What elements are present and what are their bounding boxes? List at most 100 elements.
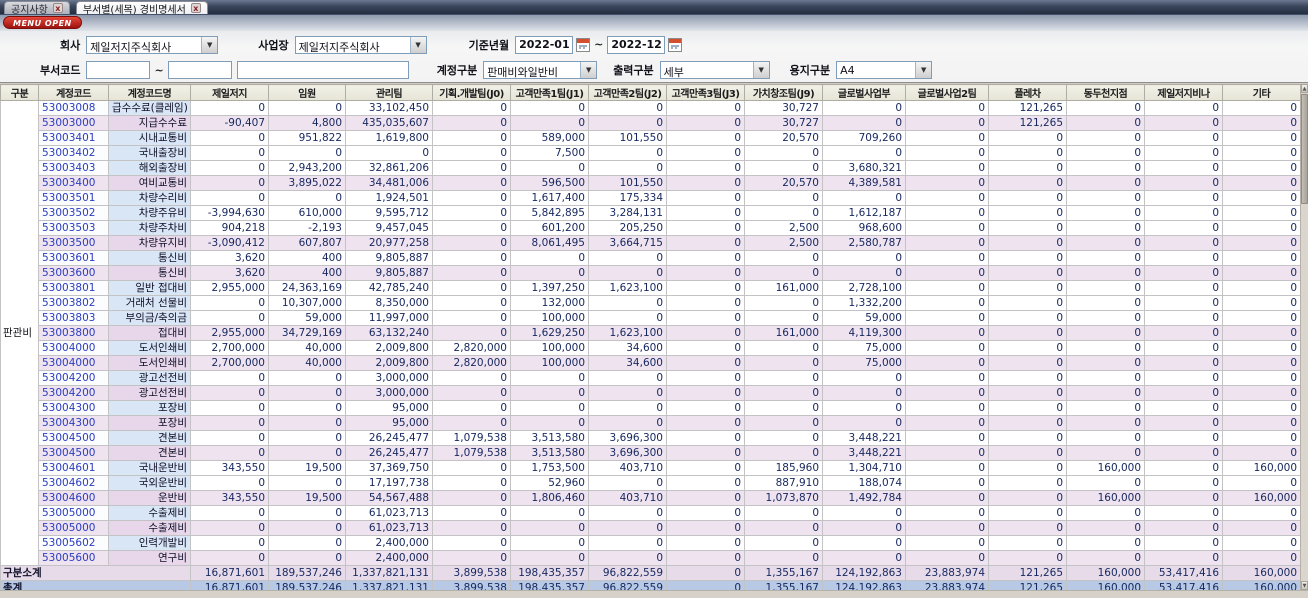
amount-cell[interactable]: 0 — [432, 205, 511, 221]
amount-cell[interactable]: 589,000 — [510, 130, 589, 146]
amount-cell[interactable]: 0 — [666, 325, 745, 341]
amount-cell[interactable]: 0 — [1066, 175, 1145, 191]
amount-cell[interactable]: 42,785,240 — [345, 280, 433, 296]
amount-cell[interactable]: 0 — [822, 100, 906, 116]
account-name-cell[interactable]: 광고선전비 — [108, 385, 191, 401]
amount-cell[interactable]: 3,284,131 — [588, 205, 667, 221]
amount-cell[interactable]: 0 — [988, 145, 1067, 161]
amount-cell[interactable]: 1,806,460 — [510, 490, 589, 506]
amount-cell[interactable]: 435,035,607 — [345, 115, 433, 131]
amount-cell[interactable]: 0 — [588, 520, 667, 536]
amount-cell[interactable]: -3,994,630 — [190, 205, 269, 221]
amount-cell[interactable]: 1,492,784 — [822, 490, 906, 506]
amount-cell[interactable]: 0 — [905, 310, 989, 326]
amount-cell[interactable]: 0 — [988, 430, 1067, 446]
amount-cell[interactable]: 0 — [588, 535, 667, 551]
amount-cell[interactable]: 0 — [1144, 250, 1223, 266]
amount-cell[interactable]: 0 — [1144, 445, 1223, 461]
amount-cell[interactable]: 0 — [905, 265, 989, 281]
account-code-cell[interactable]: 53003802 — [38, 295, 109, 311]
amount-cell[interactable]: 0 — [822, 115, 906, 131]
amount-cell[interactable]: 0 — [510, 160, 589, 176]
amount-cell[interactable]: 0 — [905, 190, 989, 206]
amount-cell[interactable]: 0 — [190, 535, 269, 551]
table-row[interactable]: 53004500 견본비 0 0 26,245,477 1,079,538 3,513,58… — [1, 430, 1301, 446]
amount-cell[interactable]: 0 — [744, 160, 823, 176]
scrollbar-track[interactable] — [1301, 204, 1308, 581]
amount-cell[interactable]: 0 — [1222, 475, 1301, 491]
amount-cell[interactable]: 0 — [432, 505, 511, 521]
amount-cell[interactable]: 4,389,581 — [822, 175, 906, 191]
amount-cell[interactable]: 95,000 — [345, 415, 433, 431]
account-name-cell[interactable]: 지급수수료 — [108, 115, 191, 131]
amount-cell[interactable]: 968,600 — [822, 220, 906, 236]
amount-cell[interactable]: 5,842,895 — [510, 205, 589, 221]
vertical-scrollbar[interactable]: ▲ ▼ — [1300, 84, 1308, 590]
amount-cell[interactable]: 0 — [510, 400, 589, 416]
amount-cell[interactable]: 3,664,715 — [588, 235, 667, 251]
amount-cell[interactable]: 0 — [588, 265, 667, 281]
amount-cell[interactable]: 0 — [432, 535, 511, 551]
account-code-cell[interactable]: 53003501 — [38, 190, 109, 206]
amount-cell[interactable]: 34,729,169 — [268, 325, 346, 341]
account-name-cell[interactable]: 견본비 — [108, 445, 191, 461]
amount-cell[interactable]: 0 — [988, 130, 1067, 146]
amount-cell[interactable]: 0 — [905, 325, 989, 341]
amount-cell[interactable]: 0 — [588, 475, 667, 491]
amount-cell[interactable]: 2,400,000 — [345, 550, 433, 566]
amount-cell[interactable]: 30,727 — [744, 100, 823, 116]
amount-cell[interactable]: 0 — [744, 355, 823, 371]
amount-cell[interactable]: 0 — [432, 100, 511, 116]
amount-cell[interactable]: 205,250 — [588, 220, 667, 236]
account-code-cell[interactable]: 53004000 — [38, 340, 109, 356]
amount-cell[interactable]: 0 — [190, 430, 269, 446]
column-header[interactable]: 제일저지비나 — [1144, 84, 1223, 101]
amount-cell[interactable]: 0 — [588, 370, 667, 386]
amount-cell[interactable]: 0 — [190, 190, 269, 206]
amount-cell[interactable]: 0 — [268, 100, 346, 116]
amount-cell[interactable]: 8,061,495 — [510, 235, 589, 251]
column-header[interactable]: 플레차 — [988, 84, 1067, 101]
subtotal-row[interactable]: 구분소계 16,871,601 189,537,246 1,337,821,131 3,… — [0, 565, 1301, 581]
amount-cell[interactable]: 0 — [588, 400, 667, 416]
account-code-cell[interactable]: 53003401 — [38, 130, 109, 146]
amount-cell[interactable]: 0 — [432, 310, 511, 326]
amount-cell[interactable]: 0 — [1222, 175, 1301, 191]
amount-cell[interactable]: 26,245,477 — [345, 445, 433, 461]
amount-cell[interactable]: 0 — [905, 430, 989, 446]
amount-cell[interactable]: 3,000,000 — [345, 385, 433, 401]
amount-cell[interactable]: 1,332,200 — [822, 295, 906, 311]
amount-cell[interactable]: 16,871,601 — [190, 565, 269, 581]
column-header[interactable]: 구분 — [0, 84, 39, 101]
amount-cell[interactable]: 0 — [905, 445, 989, 461]
amount-cell[interactable]: 124,192,863 — [822, 565, 906, 581]
amount-cell[interactable]: 132,000 — [510, 295, 589, 311]
amount-cell[interactable]: 0 — [1222, 355, 1301, 371]
amount-cell[interactable]: 0 — [1222, 130, 1301, 146]
menu-open-button[interactable]: MENU OPEN — [3, 16, 82, 29]
column-header[interactable]: 계정코드명 — [108, 84, 191, 101]
table-row[interactable]: 53004300 포장비 0 0 95,000 0 0 0 0 0 0 0 0 0 0 0 — [1, 400, 1301, 416]
amount-cell[interactable]: 0 — [666, 550, 745, 566]
amount-cell[interactable]: 0 — [190, 385, 269, 401]
amount-cell[interactable]: 0 — [1066, 355, 1145, 371]
amount-cell[interactable]: 0 — [988, 385, 1067, 401]
amount-cell[interactable]: 3,000,000 — [345, 370, 433, 386]
amount-cell[interactable]: 34,481,006 — [345, 175, 433, 191]
amount-cell[interactable]: 0 — [905, 250, 989, 266]
amount-cell[interactable]: 0 — [1144, 265, 1223, 281]
amount-cell[interactable]: 0 — [905, 145, 989, 161]
amount-cell[interactable]: 8,350,000 — [345, 295, 433, 311]
amount-cell[interactable]: 0 — [1222, 205, 1301, 221]
amount-cell[interactable]: 0 — [1066, 235, 1145, 251]
amount-cell[interactable]: 0 — [432, 145, 511, 161]
amount-cell[interactable]: 0 — [432, 400, 511, 416]
amount-cell[interactable]: 0 — [822, 190, 906, 206]
account-name-cell[interactable]: 연구비 — [108, 550, 191, 566]
company-select[interactable]: 제일저지주식회사 ▼ — [86, 35, 219, 54]
account-code-cell[interactable]: 53005000 — [38, 505, 109, 521]
amount-cell[interactable]: 0 — [822, 145, 906, 161]
amount-cell[interactable]: 0 — [744, 430, 823, 446]
account-code-cell[interactable]: 53003403 — [38, 160, 109, 176]
amount-cell[interactable]: 3,895,022 — [268, 175, 346, 191]
